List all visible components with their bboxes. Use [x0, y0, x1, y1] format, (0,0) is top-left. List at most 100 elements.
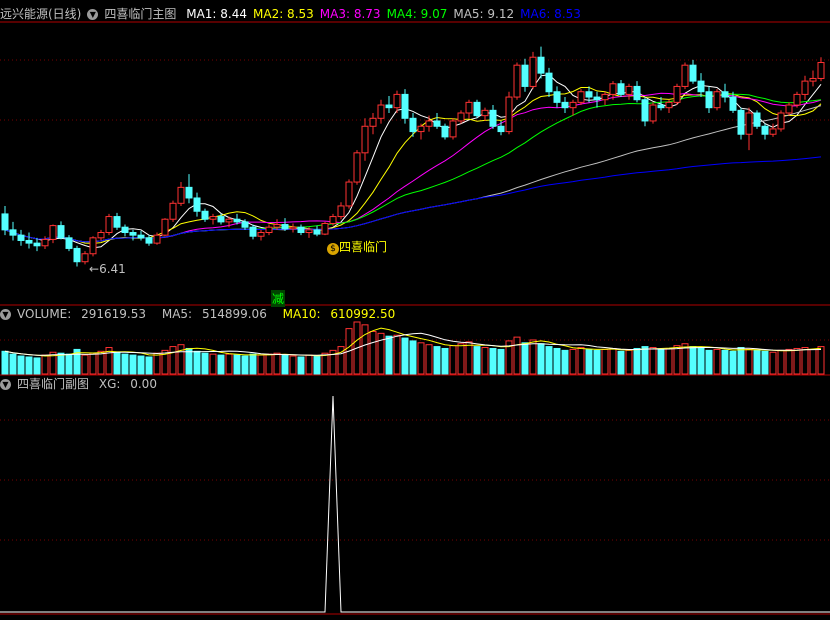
- candle-body: [217, 216, 225, 223]
- volume-bar: [9, 353, 17, 375]
- candle-body: [449, 120, 457, 138]
- volume-bar: [297, 356, 305, 375]
- volume-bar: [97, 350, 105, 375]
- volume-bar: [553, 347, 561, 375]
- candle-body: [753, 112, 761, 127]
- ma-legend-item: MA6: 8.53: [520, 7, 581, 21]
- candle-body: [761, 125, 769, 135]
- volume-bar: [641, 346, 649, 375]
- candle-body: [33, 242, 41, 247]
- candle-body: [305, 229, 313, 234]
- sub-indicator-menu-icon[interactable]: ▼: [0, 379, 11, 390]
- volume-bar: [793, 347, 801, 375]
- volume-bar: [433, 346, 441, 375]
- volume-bar: [729, 350, 737, 375]
- volume-menu-icon[interactable]: ▼: [0, 309, 11, 320]
- candle-body: [425, 120, 433, 127]
- candle-body: [361, 125, 369, 154]
- volume-bar: [601, 348, 609, 375]
- candle-body: [665, 101, 673, 109]
- volume-bar: [201, 352, 209, 375]
- candle-body: [105, 216, 113, 234]
- volume-bar: [409, 340, 417, 375]
- candle-body: [185, 186, 193, 199]
- volume-bar: [17, 355, 25, 375]
- candle-body: [673, 85, 681, 103]
- candle-body: [601, 93, 609, 101]
- candle-body: [321, 222, 329, 235]
- volume-bar: [465, 341, 473, 375]
- volume-bar: [609, 347, 617, 375]
- volume-bar: [449, 345, 457, 375]
- candle-body: [585, 91, 593, 98]
- candle-body: [329, 216, 337, 224]
- volume-bar: [361, 324, 369, 375]
- volume-bar: [489, 347, 497, 375]
- volume-bar: [761, 350, 769, 375]
- volume-bar: [745, 348, 753, 375]
- indicator-name: 四喜临门主图: [104, 7, 177, 21]
- candle-body: [473, 101, 481, 117]
- candle-body: [169, 202, 177, 220]
- ma-legend-item: MA3: 8.73: [319, 7, 381, 21]
- candle-body: [401, 93, 409, 119]
- sub-chart-header: ▼ 四喜临门副图 XG: 0.00: [0, 376, 169, 392]
- volume-bar: [705, 349, 713, 375]
- volume-bar: [809, 348, 817, 375]
- volume-bar: [417, 342, 425, 375]
- volume-bar: [569, 348, 577, 375]
- candle-body: [201, 210, 209, 220]
- volume-bar: [777, 349, 785, 375]
- volume-bar: [513, 336, 521, 375]
- candle-body: [513, 64, 521, 98]
- volume-bar: [65, 353, 73, 375]
- volume-bar: [145, 356, 153, 375]
- candle-body: [177, 186, 185, 204]
- indicator-menu-icon[interactable]: ▼: [87, 9, 99, 20]
- ma-legend-item: MA2: 8.53: [253, 7, 314, 21]
- candle-body: [697, 80, 705, 93]
- candle-body: [353, 152, 361, 183]
- volume-ma10-label: MA10: 610992.50: [282, 307, 396, 321]
- candle-body: [49, 225, 57, 240]
- signal-annotation: $ 四喜临门: [327, 238, 387, 255]
- volume-bar: [281, 354, 289, 375]
- candle-body: [209, 216, 217, 220]
- candle-body: [145, 237, 153, 244]
- volume-bar: [577, 347, 585, 375]
- candle-body: [265, 226, 273, 234]
- candle-body: [745, 112, 753, 135]
- candle-body: [705, 91, 713, 109]
- candle-body: [497, 125, 505, 133]
- volume-bar: [521, 342, 529, 375]
- money-bag-icon: $: [327, 242, 339, 255]
- candle-body: [417, 125, 425, 133]
- ma-legend-item: MA5: 9.12: [453, 7, 515, 21]
- volume-bar: [585, 348, 593, 375]
- ma-line-ma1: [4, 74, 822, 249]
- candle-body: [737, 109, 745, 135]
- volume-header: ▼ VOLUME: 291619.53 MA5: 514899.06 MA10: …: [0, 306, 407, 322]
- candle-body: [713, 91, 721, 109]
- volume-bar: [185, 347, 193, 375]
- volume-bar: [625, 349, 633, 375]
- candle-body: [233, 218, 241, 223]
- volume-bar: [657, 348, 665, 375]
- volume-bar: [177, 344, 185, 375]
- volume-bar: [321, 352, 329, 375]
- volume-bar: [785, 348, 793, 375]
- volume-bar: [561, 349, 569, 375]
- candle-body: [41, 238, 49, 247]
- candle-body: [73, 247, 81, 263]
- volume-bar: [649, 347, 657, 375]
- candle-body: [729, 96, 737, 111]
- candle-body: [257, 232, 265, 237]
- volume-bar: [737, 347, 745, 375]
- candle-body: [769, 128, 777, 135]
- candle-body: [553, 91, 561, 103]
- volume-bar: [593, 349, 601, 375]
- volume-bar: [697, 347, 705, 375]
- volume-bar: [25, 356, 33, 375]
- volume-bar: [721, 349, 729, 375]
- candle-body: [129, 232, 137, 236]
